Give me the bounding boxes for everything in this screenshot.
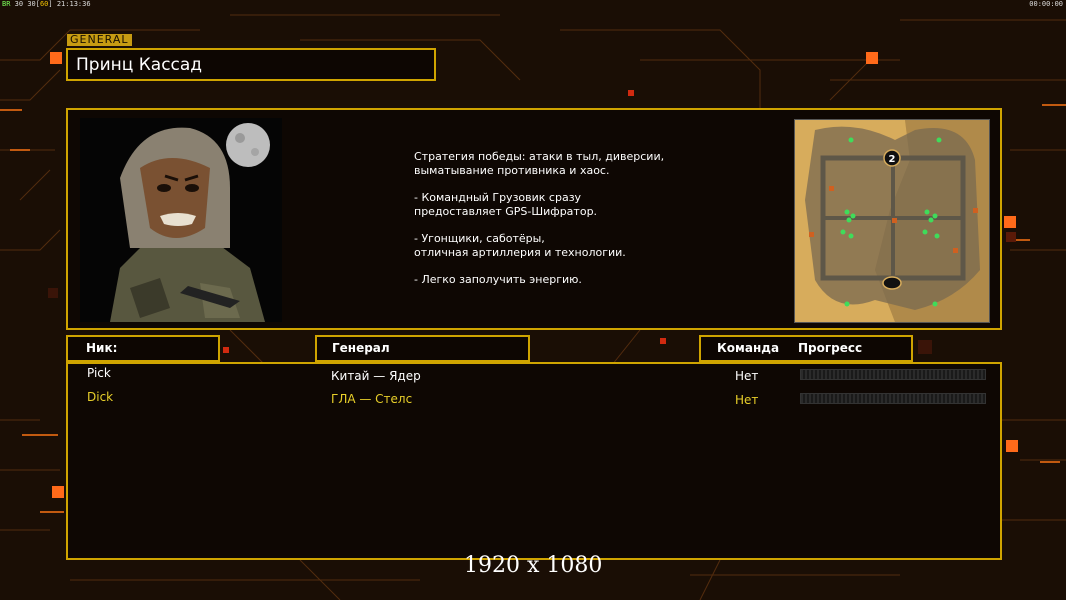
- fps-cap-open: 30[: [27, 0, 40, 8]
- player-team: Нет: [735, 393, 759, 407]
- fps-tag: BR: [2, 0, 11, 8]
- player-row[interactable]: Dick ГЛА — Стелс Нет: [68, 390, 1000, 412]
- header-progress-label: Прогресс: [798, 341, 863, 355]
- decor-square: [628, 90, 634, 96]
- desc-line: - Командный Грузовик сразу: [414, 191, 582, 204]
- timer: 00:00:00: [1029, 0, 1063, 8]
- header-general[interactable]: Генерал: [315, 335, 530, 362]
- player-nick: Pick: [87, 366, 111, 380]
- decor-square: [1006, 232, 1016, 242]
- decor-square: [918, 340, 932, 354]
- general-portrait: [80, 118, 282, 322]
- player-row[interactable]: Pick Китай — Ядер Нет: [68, 366, 1000, 388]
- desc-line: Стратегия победы: атаки в тыл, диверсии,: [414, 150, 665, 163]
- player-progress-bar: [800, 393, 986, 404]
- desc-line: - Легко заполучить энергию.: [414, 273, 582, 286]
- player-general: Китай — Ядер: [331, 369, 421, 383]
- start-marker-label: 2: [889, 154, 896, 165]
- decor-square: [1004, 216, 1016, 228]
- decor-square: [50, 52, 62, 64]
- decor-square: [866, 52, 878, 64]
- general-info-panel: Стратегия победы: атаки в тыл, диверсии,…: [66, 108, 1002, 330]
- header-nick[interactable]: Ник:: [66, 335, 220, 362]
- header-nick-label: Ник:: [86, 341, 118, 355]
- general-name-box: Принц Кассад: [66, 48, 436, 81]
- fps-cap-close: ]: [48, 0, 53, 8]
- fps-overlay: BR 30 30[60] 21:13:36: [2, 0, 91, 8]
- decor-square: [52, 486, 64, 498]
- general-label: GENERAL: [67, 34, 132, 46]
- player-nick: Dick: [87, 390, 114, 404]
- player-team: Нет: [735, 369, 759, 383]
- decor-square: [1006, 440, 1018, 452]
- player-progress-bar: [800, 369, 986, 380]
- desc-line: отличная артиллерия и технологии.: [414, 246, 626, 259]
- general-name: Принц Кассад: [76, 55, 203, 75]
- desc-line: предоставляет GPS-Шифратор.: [414, 205, 598, 218]
- fps-value: 30: [14, 0, 24, 8]
- decor-square: [48, 288, 58, 298]
- desc-line: выматывание противника и хаос.: [414, 164, 610, 177]
- decor-square: [223, 347, 229, 353]
- general-description: Стратегия победы: атаки в тыл, диверсии,…: [414, 150, 664, 300]
- header-team-progress[interactable]: Команда Прогресс: [699, 335, 913, 362]
- player-list: Pick Китай — Ядер Нет Dick ГЛА — Стелс Н…: [66, 362, 1002, 560]
- map-preview: 2: [794, 119, 990, 323]
- header-team-label: Команда: [717, 341, 780, 355]
- player-general: ГЛА — Стелс: [331, 392, 413, 406]
- desc-line: - Угонщики, саботёры,: [414, 232, 545, 245]
- resolution-label: 1920 x 1080: [464, 553, 603, 578]
- clock: 21:13:36: [56, 0, 91, 8]
- header-general-label: Генерал: [332, 341, 390, 355]
- decor-square: [660, 338, 666, 344]
